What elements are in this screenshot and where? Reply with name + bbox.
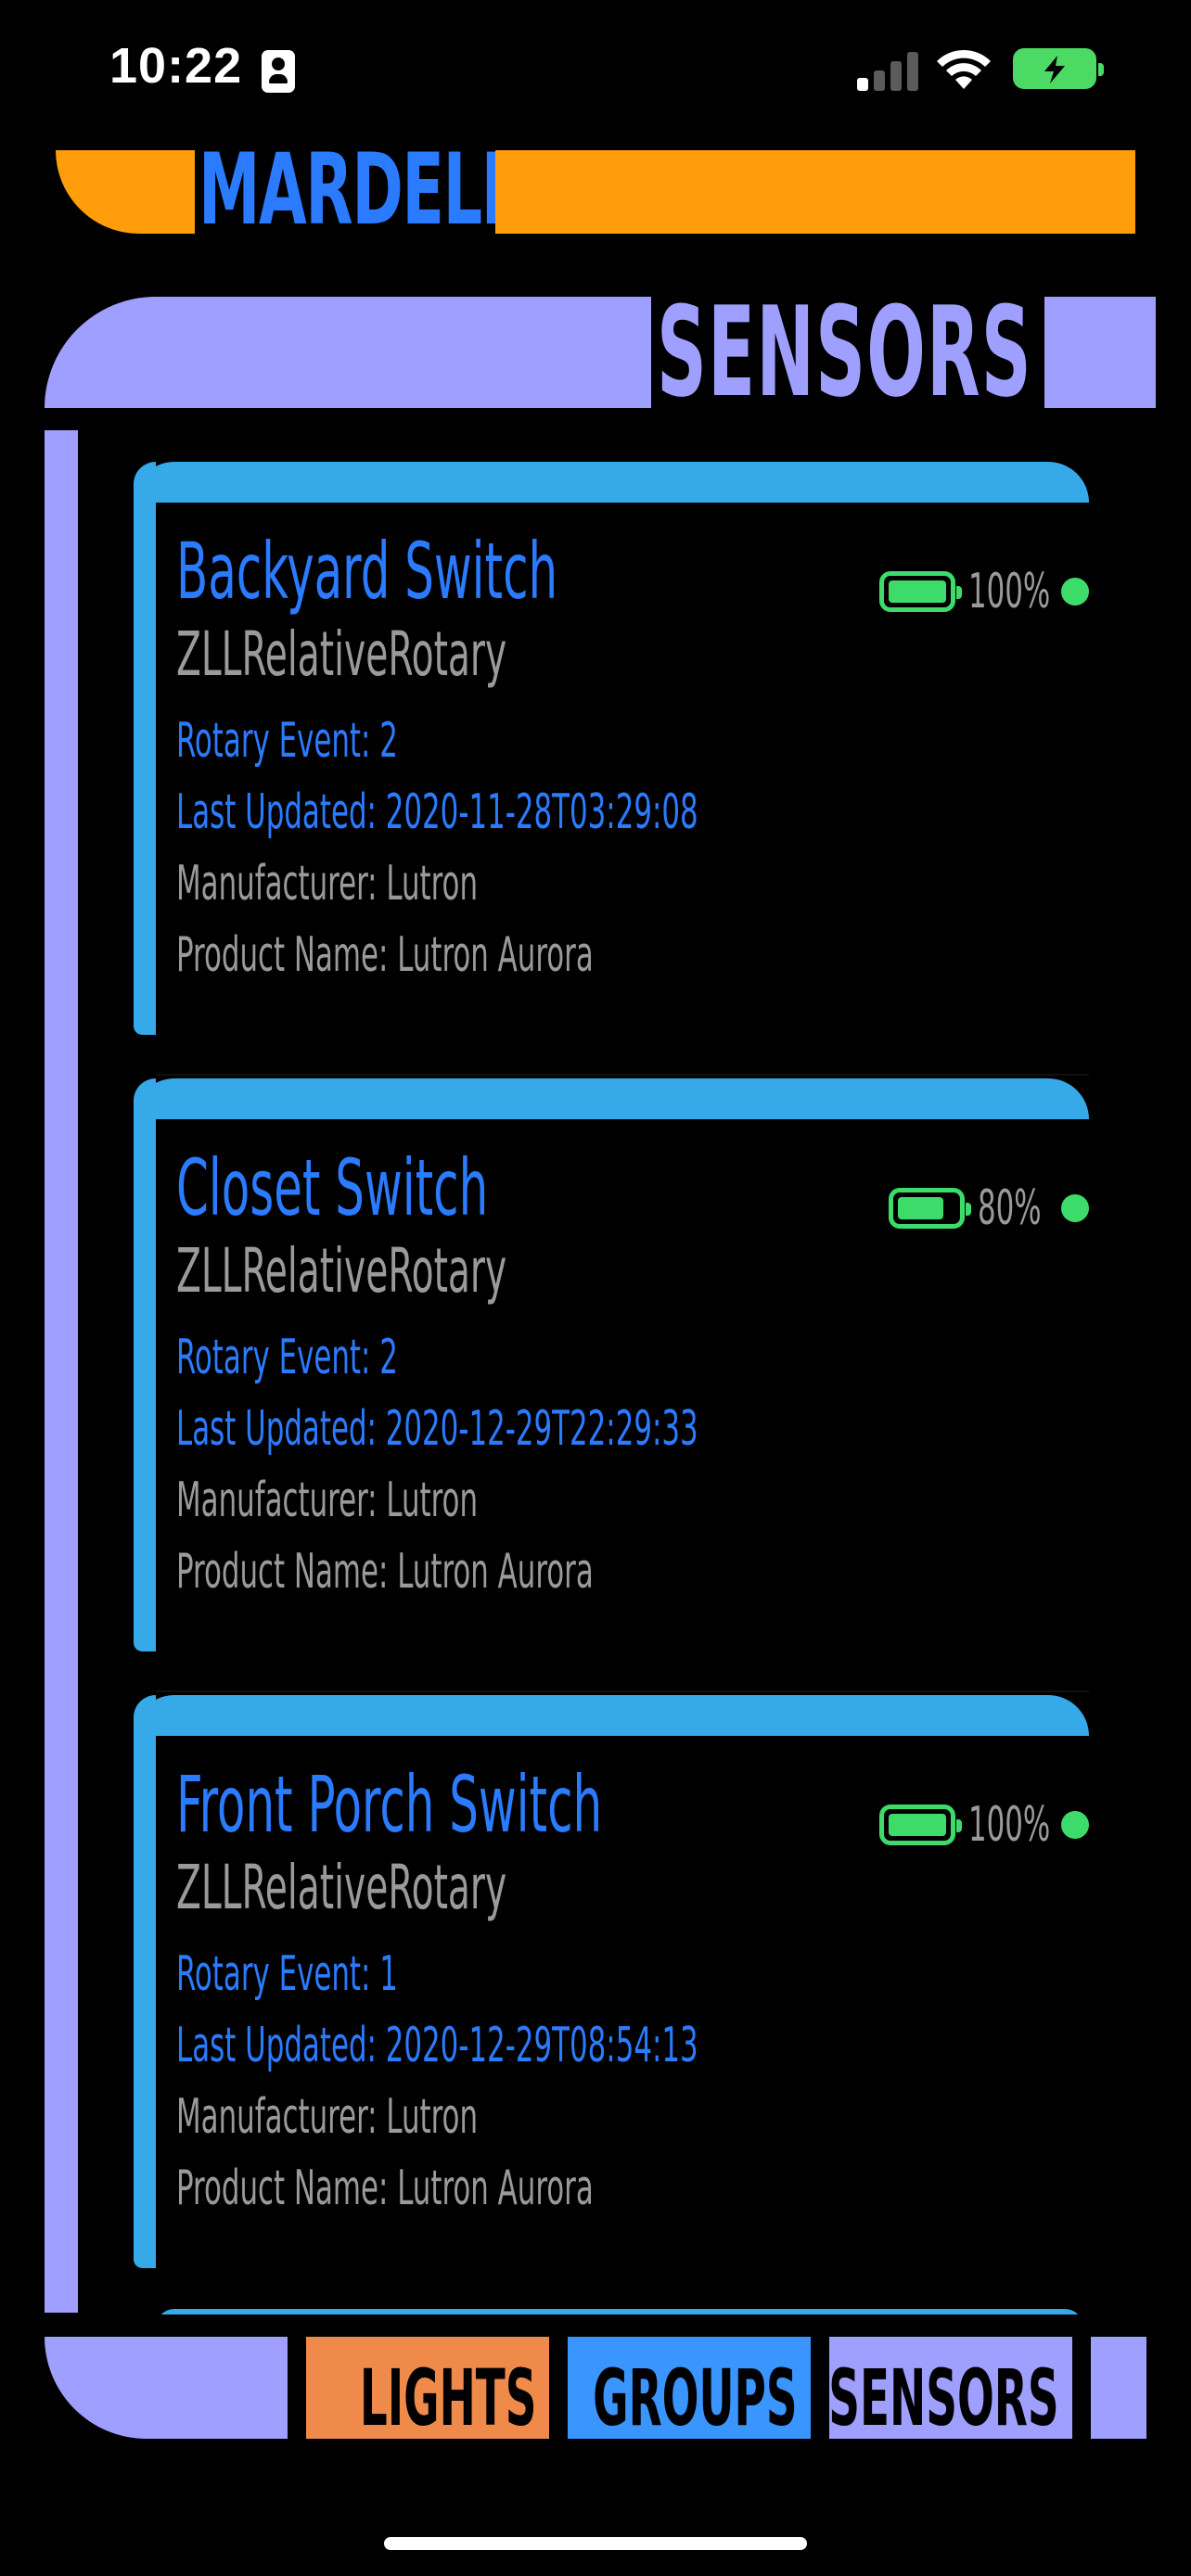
app-title: MARDELL	[198, 133, 520, 247]
battery-icon	[879, 571, 962, 612]
sensors-frame-sidebar	[45, 430, 78, 2313]
manufacturer: Manufacturer: Lutron	[176, 1473, 479, 1528]
battery-percent: 100%	[968, 1797, 1051, 1853]
tab-sensors[interactable]: SENSORS	[828, 2337, 1072, 2443]
last-updated: Last Updated: 2020-12-29T08:54:13	[176, 2018, 698, 2073]
last-updated: Last Updated: 2020-11-28T03:29:08	[176, 784, 698, 840]
status-bar: 10:22	[0, 0, 1191, 139]
page-title: SENSORS	[657, 280, 1032, 425]
sensor-name: Backyard Switch	[176, 526, 558, 617]
battery-percent: 80%	[978, 1180, 1042, 1236]
contact-card-icon	[262, 50, 295, 93]
header-bar	[495, 150, 1135, 234]
header-elbow	[56, 150, 195, 234]
sensor-type: ZLLRelativeRotary	[176, 1852, 507, 1923]
sensors-frame-elbow	[45, 297, 651, 408]
manufacturer: Manufacturer: Lutron	[176, 856, 479, 912]
clock: 10:22	[109, 38, 243, 94]
rotary-event: Rotary Event: 1	[176, 1946, 398, 2002]
battery-percent: 100%	[968, 564, 1051, 619]
product-name: Product Name: Lutron Aurora	[176, 1544, 594, 1600]
sensor-type: ZLLRelativeRotary	[176, 1235, 507, 1307]
rotary-event: Rotary Event: 2	[176, 713, 398, 769]
tab-label: GROUPS	[593, 2353, 798, 2443]
product-name: Product Name: Lutron Aurora	[176, 2161, 594, 2216]
reachable-indicator	[1061, 578, 1089, 606]
wifi-icon	[937, 49, 991, 89]
tab-label: LIGHTS	[359, 2353, 536, 2443]
home-indicator[interactable]	[384, 2537, 807, 2550]
sensors-frame-cap	[1044, 297, 1156, 408]
cellular-signal-icon	[857, 52, 918, 91]
tabbar-elbow	[45, 2337, 288, 2439]
tab-label: SENSORS	[828, 2353, 1059, 2443]
battery-icon	[879, 1804, 962, 1845]
sensor-card[interactable]: Backyard Switch ZLLRelativeRotary Rotary…	[134, 462, 1121, 1076]
sensor-type: ZLLRelativeRotary	[176, 618, 507, 690]
reachable-indicator	[1061, 1811, 1089, 1839]
sensor-name: Front Porch Switch	[176, 1759, 603, 1850]
reachable-indicator	[1061, 1194, 1089, 1222]
battery-icon	[889, 1188, 971, 1229]
sensor-name: Closet Switch	[176, 1142, 489, 1233]
tab-groups[interactable]: GROUPS	[568, 2337, 811, 2443]
sensor-card[interactable]: Front Porch Switch ZLLRelativeRotary Rot…	[134, 1695, 1121, 2292]
rotary-event: Rotary Event: 2	[176, 1330, 398, 1385]
last-updated: Last Updated: 2020-12-29T22:29:33	[176, 1401, 698, 1457]
product-name: Product Name: Lutron Aurora	[176, 927, 594, 983]
charging-battery-icon	[1013, 48, 1104, 89]
tabbar-cap	[1091, 2337, 1146, 2439]
sensor-card[interactable]: Closet Switch ZLLRelativeRotary Rotary E…	[134, 1078, 1121, 1692]
tab-lights[interactable]: LIGHTS	[306, 2337, 549, 2443]
manufacturer: Manufacturer: Lutron	[176, 2089, 479, 2145]
